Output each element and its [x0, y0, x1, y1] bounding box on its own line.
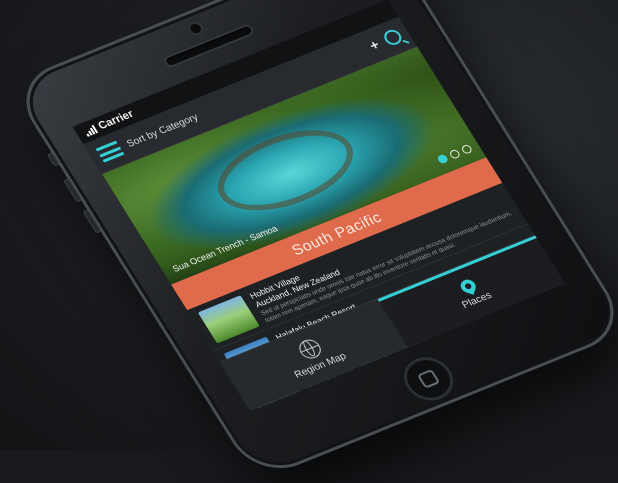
- tab-label: Places: [460, 290, 494, 311]
- carousel-dots: [436, 143, 474, 165]
- mute-switch: [46, 152, 60, 167]
- signal-icon: [83, 124, 98, 137]
- camera: [188, 22, 204, 35]
- tab-label: Region Map: [292, 350, 349, 381]
- volume-down-button: [82, 209, 102, 234]
- carousel-dot[interactable]: [448, 148, 462, 160]
- globe-icon: [295, 336, 325, 361]
- carousel-dot[interactable]: [460, 143, 474, 155]
- volume-up-button: [62, 178, 83, 203]
- map-pin-icon: [459, 277, 478, 295]
- menu-icon[interactable]: [95, 140, 125, 163]
- phone-screen: Carrier Sort by Category + Sua Ocean Tre…: [72, 0, 566, 412]
- home-button[interactable]: [394, 350, 463, 408]
- hero-image: [202, 114, 369, 227]
- search-icon[interactable]: [381, 27, 405, 48]
- carousel-dot[interactable]: [436, 153, 450, 165]
- phone-body: Carrier Sort by Category + Sua Ocean Tre…: [8, 0, 618, 482]
- add-icon[interactable]: +: [366, 36, 382, 53]
- phone-mockup: Carrier Sort by Category + Sua Ocean Tre…: [0, 0, 618, 482]
